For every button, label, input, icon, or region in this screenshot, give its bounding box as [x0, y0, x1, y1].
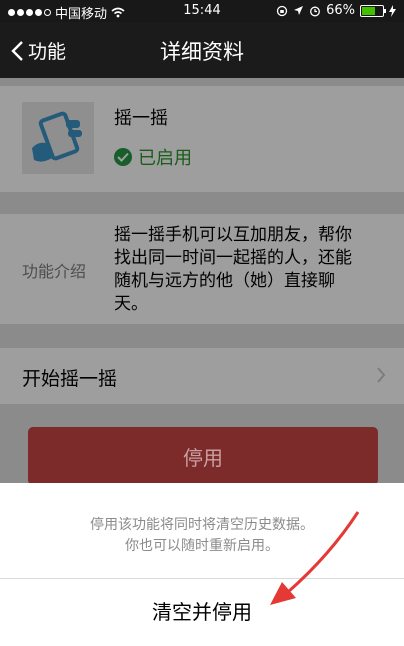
intro-line: 摇一摇手机可以互加朋友，帮你	[114, 225, 352, 245]
screen: 中国移动 15:44 66% 功能 详细资料 摇一摇 已启用 功能介绍 摇一摇手…	[0, 0, 404, 646]
status-right: 66%	[276, 3, 396, 18]
feature-status-label: 已启用	[138, 148, 192, 169]
intro-card: 功能介绍 摇一摇手机可以互加朋友，帮你 找出同一时间一起摇的人，还能 随机与远方…	[0, 214, 404, 324]
location-icon	[294, 6, 304, 15]
action-sheet-message-line: 你也可以随时重新启用。	[125, 538, 279, 554]
alarm-icon	[310, 6, 321, 16]
page-title: 详细资料	[160, 40, 244, 64]
battery-percentage: 66%	[326, 3, 355, 18]
intro-label: 功能介绍	[22, 262, 87, 281]
rotation-lock-icon	[276, 5, 288, 16]
battery-icon	[360, 4, 386, 17]
battery-fill	[362, 6, 375, 15]
status-bar: 中国移动 15:44 66%	[0, 0, 404, 22]
feature-status: 已启用	[114, 144, 192, 170]
intro-line: 随机与远方的他（她）直接聊	[114, 271, 335, 291]
disable-button[interactable]: 停用	[28, 427, 378, 485]
intro-line: 天。	[114, 294, 148, 314]
charging-icon	[389, 4, 396, 17]
intro-line: 找出同一时间一起摇的人，还能	[114, 248, 352, 268]
start-shake-label: 开始摇一摇	[22, 368, 118, 390]
check-circle-icon	[114, 148, 132, 166]
action-sheet-message: 停用该功能将同时将清空历史数据。 你也可以随时重新启用。	[0, 515, 404, 557]
clear-and-disable-button[interactable]: 清空并停用	[0, 579, 404, 641]
navigation-bar: 功能 详细资料	[0, 22, 404, 78]
action-sheet: 停用该功能将同时将清空历史数据。 你也可以随时重新启用。 清空并停用	[0, 483, 404, 646]
action-sheet-message-line: 停用该功能将同时将清空历史数据。	[90, 517, 314, 533]
feature-card: 摇一摇 已启用	[0, 86, 404, 192]
start-shake-row[interactable]: 开始摇一摇	[0, 348, 404, 404]
chevron-right-icon	[377, 367, 386, 383]
intro-text: 摇一摇手机可以互加朋友，帮你 找出同一时间一起摇的人，还能 随机与远方的他（她）…	[114, 224, 384, 316]
feature-name: 摇一摇	[114, 108, 168, 129]
shake-icon	[22, 102, 94, 174]
